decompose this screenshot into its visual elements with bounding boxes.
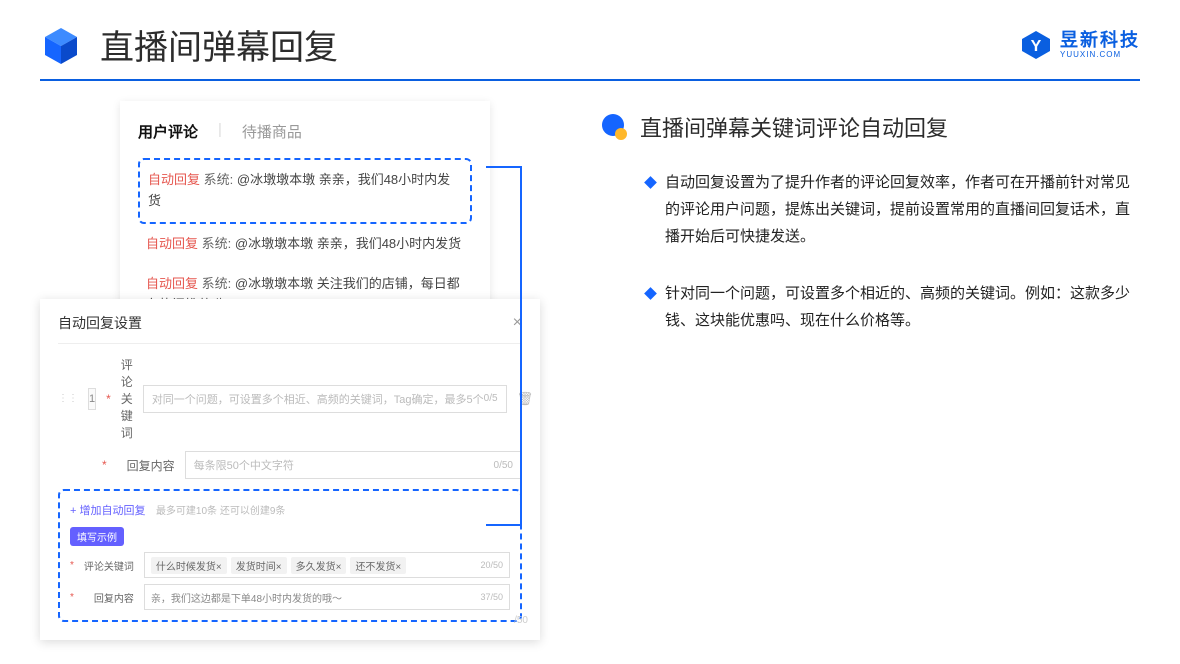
reply-input[interactable]: 每条限50个中文字符 0/50 bbox=[185, 451, 522, 479]
overflow-count: /50 bbox=[514, 615, 528, 626]
system-label: 系统: bbox=[202, 236, 232, 251]
svg-text:Y: Y bbox=[1031, 38, 1042, 55]
settings-title: 自动回复设置 bbox=[58, 313, 142, 333]
keyword-chip[interactable]: 还不发货× bbox=[350, 557, 406, 574]
bullet-text-2: 针对同一个问题，可设置多个相近的、高频的关键词。例如：这款多少钱、这块能优惠吗、… bbox=[665, 280, 1130, 334]
keyword-label: 评论关键词 bbox=[121, 356, 133, 441]
rule-index: 1 bbox=[88, 388, 96, 410]
tab-products[interactable]: 待播商品 bbox=[242, 121, 302, 142]
logo-text-cn: 昱新科技 bbox=[1060, 31, 1140, 49]
bubble-icon bbox=[600, 113, 628, 141]
system-label: 系统: bbox=[202, 276, 232, 291]
ex-reply-label: 回复内容 bbox=[84, 590, 134, 605]
keyword-chip[interactable]: 发货时间× bbox=[231, 557, 287, 574]
ex-reply-text: 亲，我们这边都是下单48小时内发货的哦～ bbox=[151, 590, 342, 605]
system-label: 系统: bbox=[204, 172, 234, 187]
add-sub-text: 最多可建10条 还可以创建9条 bbox=[156, 506, 285, 517]
drag-handle-icon[interactable]: ⋮⋮ bbox=[58, 393, 78, 404]
tab-separator: | bbox=[218, 121, 222, 142]
comment-row: 自动回复 系统: @冰墩墩本墩 亲亲，我们48小时内发货 bbox=[138, 224, 472, 265]
required-icon: * bbox=[70, 560, 74, 571]
bullet-text-1: 自动回复设置为了提升作者的评论回复效率，作者可在开播前针对常见的评论用户问题，提… bbox=[665, 169, 1130, 250]
page-title: 直播间弹幕回复 bbox=[100, 20, 338, 69]
ex-reply-count: 37/50 bbox=[480, 592, 503, 602]
auto-reply-tag: 自动回复 bbox=[148, 172, 200, 187]
section-subtitle: 直播间弹幕关键词评论自动回复 bbox=[640, 111, 948, 143]
highlighted-comment: 自动回复 系统: @冰墩墩本墩 亲亲，我们48小时内发货 bbox=[138, 158, 472, 224]
reply-label: 回复内容 bbox=[117, 457, 175, 474]
required-icon: * bbox=[106, 392, 111, 406]
example-keyword-input[interactable]: 什么时候发货× 发货时间× 多久发货× 还不发货× 20/50 bbox=[144, 552, 510, 578]
example-reply-input[interactable]: 亲，我们这边都是下单48小时内发货的哦～ 37/50 bbox=[144, 584, 510, 610]
keyword-chip[interactable]: 多久发货× bbox=[291, 557, 347, 574]
logo-text-en: YUUXIN.COM bbox=[1060, 51, 1140, 59]
ex-kw-count: 20/50 bbox=[480, 560, 503, 570]
connector-line bbox=[486, 166, 522, 526]
cube-icon bbox=[40, 24, 82, 66]
tab-user-comments[interactable]: 用户评论 bbox=[138, 121, 198, 142]
required-icon: * bbox=[102, 458, 107, 472]
bullet-icon bbox=[644, 176, 657, 189]
auto-reply-tag: 自动回复 bbox=[146, 276, 198, 291]
ex-keyword-label: 评论关键词 bbox=[84, 558, 134, 573]
brand-logo: Y 昱新科技 YUUXIN.COM bbox=[1020, 29, 1140, 61]
bullet-icon bbox=[644, 287, 657, 300]
example-badge: 填写示例 bbox=[70, 527, 124, 546]
required-icon: * bbox=[70, 592, 74, 603]
keyword-input[interactable]: 对同一个问题，可设置多个相近、高频的关键词，Tag确定，最多5个 0/5 bbox=[143, 385, 507, 413]
keyword-chip[interactable]: 什么时候发货× bbox=[151, 557, 227, 574]
settings-panel: 自动回复设置 × ⋮⋮ 1 * 评论关键词 对同一个问题，可设置多个相近、高频的… bbox=[40, 299, 540, 640]
auto-reply-tag: 自动回复 bbox=[146, 236, 198, 251]
add-auto-reply-link[interactable]: + 增加自动回复 bbox=[70, 505, 145, 517]
comment-text-2: @冰墩墩本墩 亲亲，我们48小时内发货 bbox=[235, 236, 461, 251]
example-section: + 增加自动回复 最多可建10条 还可以创建9条 填写示例 * 评论关键词 什么… bbox=[58, 489, 522, 622]
reply-placeholder: 每条限50个中文字符 bbox=[194, 457, 494, 473]
keyword-placeholder: 对同一个问题，可设置多个相近、高频的关键词，Tag确定，最多5个 bbox=[152, 391, 484, 407]
